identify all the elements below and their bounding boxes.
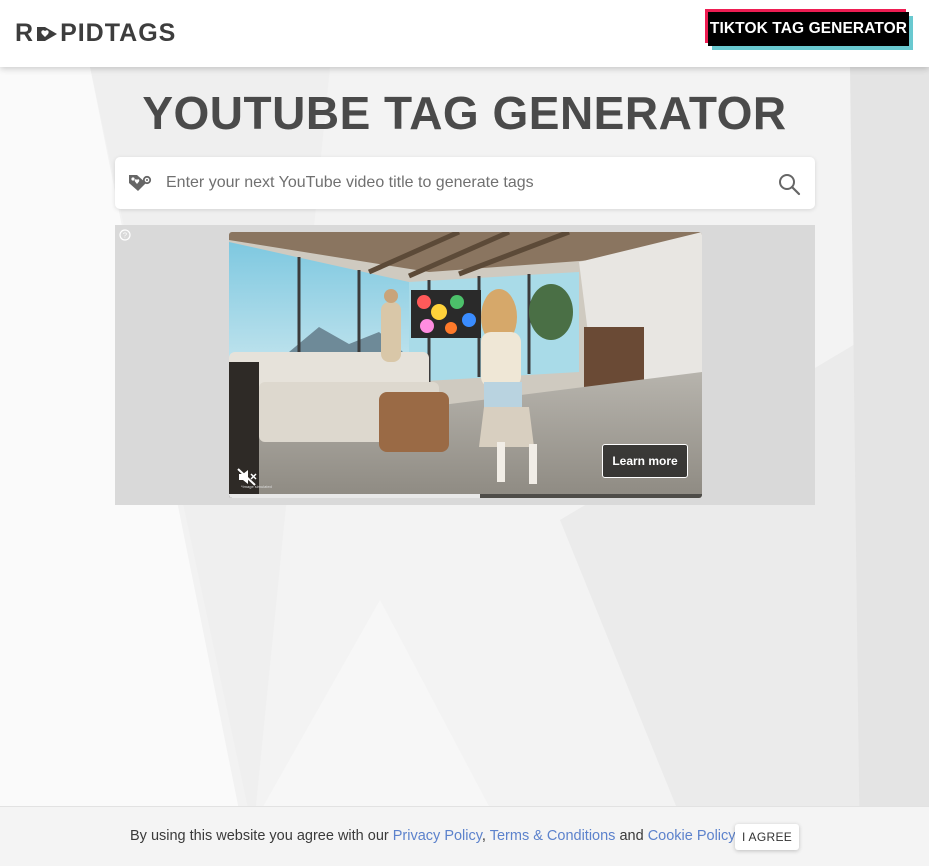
- help-icon[interactable]: ?: [119, 229, 131, 241]
- search-box: [115, 157, 815, 209]
- video-ad-frame: ? Learn more *Image simulated: [115, 225, 815, 505]
- video-title-search-input[interactable]: [166, 157, 766, 209]
- cookie-text-separator: ,: [481, 828, 490, 844]
- site-header: R PIDTAGS TIKTOK TAG GENERATOR: [0, 0, 929, 67]
- mute-caption: *Image simulated: [241, 484, 272, 489]
- cookie-text-and: and: [615, 828, 648, 844]
- learn-more-button[interactable]: Learn more: [602, 444, 688, 478]
- logo-text-start: R: [15, 19, 35, 47]
- svg-text:?: ?: [123, 231, 127, 240]
- cookie-text-prefix: By using this website you agree with our: [130, 828, 393, 844]
- logo-tag-icon: [37, 26, 58, 41]
- tag-icon: [129, 175, 152, 191]
- tiktok-tag-generator-button[interactable]: TIKTOK TAG GENERATOR: [708, 12, 909, 46]
- ad-progress-fill: [229, 494, 480, 498]
- cookie-consent-text: By using this website you agree with our…: [130, 828, 736, 844]
- ad-video[interactable]: Learn more *Image simulated: [229, 232, 702, 498]
- terms-conditions-link[interactable]: Terms & Conditions: [490, 828, 616, 844]
- cookie-policy-link[interactable]: Cookie Policy: [648, 828, 736, 844]
- search-icon[interactable]: [777, 172, 801, 196]
- privacy-policy-link[interactable]: Privacy Policy: [393, 828, 482, 844]
- ad-progress-bar: [229, 494, 702, 498]
- logo-text-end: PIDTAGS: [60, 19, 177, 47]
- page-title: YOUTUBE TAG GENERATOR: [142, 87, 787, 139]
- i-agree-button[interactable]: I AGREE: [735, 824, 799, 850]
- cookie-consent-bar: By using this website you agree with our…: [0, 806, 929, 866]
- rapidtags-logo[interactable]: R PIDTAGS: [15, 19, 176, 48]
